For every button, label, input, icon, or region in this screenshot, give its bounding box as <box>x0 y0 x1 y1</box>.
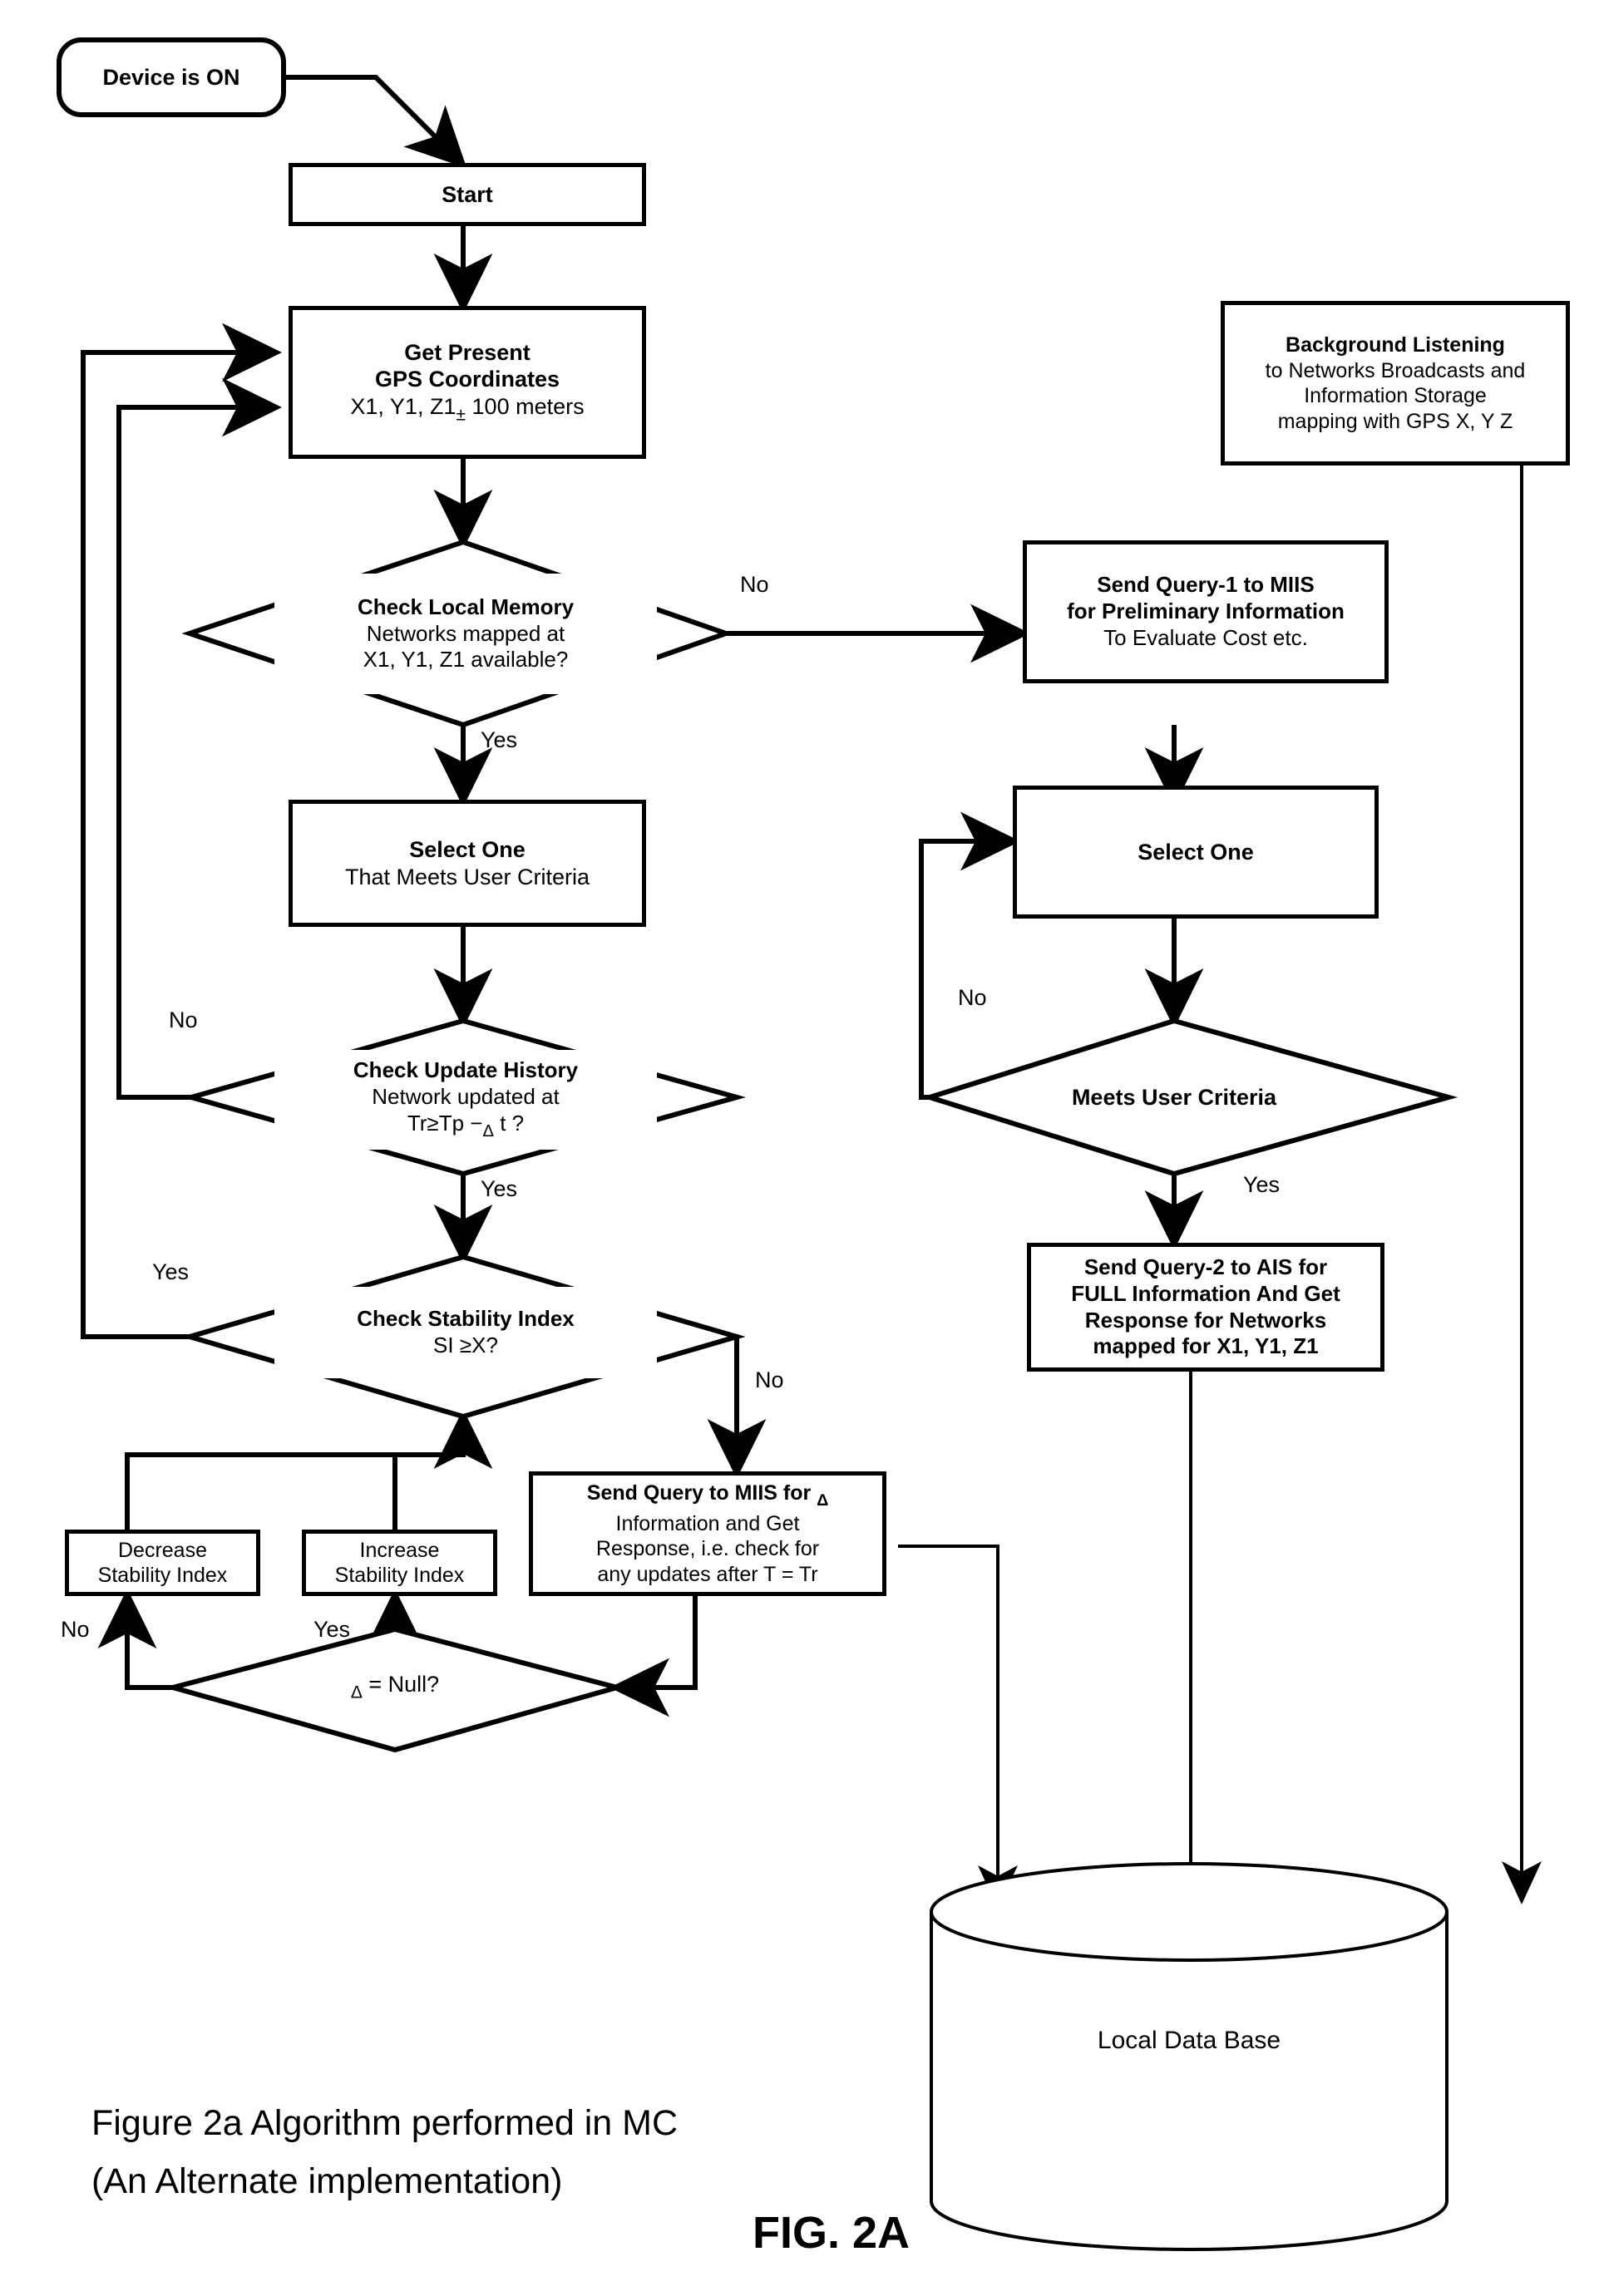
check-update-history-line2: Network updated at <box>372 1084 560 1110</box>
edge-label-delta-null-yes: Yes <box>313 1617 351 1642</box>
bl-line3: Information Storage <box>1304 384 1487 407</box>
sq2-line4: mapped for X1, Y1, Z1 <box>1093 1333 1319 1359</box>
node-select-one-left[interactable]: Select One That Meets User Criteria <box>289 800 646 927</box>
sq2-line2: FULL Information And Get <box>1071 1280 1340 1306</box>
delta-icon-2: Δ <box>350 1683 363 1702</box>
node-increase-stability-index[interactable]: Increase Stability Index <box>302 1530 497 1596</box>
node-get-present-gps-coordinates[interactable]: Get Present GPS Coordinates X1, Y1, Z1± … <box>289 306 646 459</box>
sqmd-line3: Response, i.e. check for <box>595 1537 820 1561</box>
get-gps-coords: X1, Y1, Z1 <box>350 394 457 420</box>
check-update-history-line1: Check Update History <box>353 1057 579 1083</box>
edge-label-cuh-yes: Yes <box>481 1176 518 1201</box>
delta-icon: Δ <box>482 1121 494 1141</box>
delta-null-text: = Null? <box>368 1672 440 1697</box>
sqmd-line2: Information and Get <box>615 1511 800 1535</box>
cylinder-local-database <box>930 1862 1448 2251</box>
node-meets-user-criteria[interactable]: Meets User Criteria <box>1006 1077 1342 1118</box>
get-gps-line1: Get Present <box>404 339 531 365</box>
greater-equal-icon: ≥ <box>427 1110 439 1136</box>
cuh-t: t ? <box>500 1110 525 1136</box>
edge-label-cuh-no: No <box>169 1008 198 1032</box>
node-delta-null[interactable]: Δ = Null? <box>274 1667 516 1708</box>
node-background-listening[interactable]: Background Listening to Networks Broadca… <box>1221 301 1570 466</box>
bl-line2: to Networks Broadcasts and <box>1265 358 1526 382</box>
node-start[interactable]: Start <box>289 163 646 226</box>
check-local-memory-line3: X1, Y1, Z1 available? <box>363 647 569 673</box>
edge-label-clm-yes: Yes <box>481 727 518 752</box>
sqmd-line1: Send Query to MIIS for <box>586 1481 812 1505</box>
figure-caption-line2: (An Alternate implementation) <box>91 2161 563 2201</box>
decrease-si-line2: Stability Index <box>97 1564 228 1587</box>
bl-line1: Background Listening <box>1286 333 1505 357</box>
plus-minus-icon: ± <box>456 405 466 425</box>
check-stability-index-line1: Check Stability Index <box>357 1306 575 1332</box>
check-local-memory-line2: Networks mapped at <box>366 620 565 646</box>
cuh-tp: Tp − <box>438 1110 483 1136</box>
figure-number: FIG. 2A <box>753 2208 911 2258</box>
meets-user-criteria-label: Meets User Criteria <box>1071 1084 1277 1110</box>
bl-line4: mapping with GPS X, Y Z <box>1277 409 1513 433</box>
node-decrease-stability-index[interactable]: Decrease Stability Index <box>65 1530 260 1596</box>
csi-x: X? <box>471 1333 498 1357</box>
get-gps-tolerance: 100 meters <box>471 394 585 420</box>
edge-label-muc-no: No <box>958 985 987 1010</box>
device-is-on-label: Device is ON <box>102 64 240 90</box>
greater-equal-icon-2: ≥ <box>459 1333 472 1357</box>
get-gps-line2: GPS Coordinates <box>374 367 560 392</box>
figure-canvas: Device is ON Start Get Present GPS Coord… <box>0 0 1599 2296</box>
start-label: Start <box>442 181 493 207</box>
node-send-query-1[interactable]: Send Query-1 to MIIS for Preliminary Inf… <box>1023 540 1389 683</box>
node-check-local-memory[interactable]: Check Local Memory Networks mapped at X1… <box>274 574 657 694</box>
edge-label-delta-null-no: No <box>61 1617 90 1642</box>
figure-caption-line1: Figure 2a Algorithm performed in MC <box>91 2103 679 2143</box>
sq2-line3: Response for Networks <box>1084 1307 1327 1333</box>
local-database-label: Local Data Base <box>1097 2027 1281 2054</box>
check-local-memory-line1: Check Local Memory <box>357 594 575 619</box>
node-check-update-history[interactable]: Check Update History Network updated at … <box>274 1050 657 1150</box>
node-check-stability-index[interactable]: Check Stability Index SI ≥X? <box>274 1287 657 1378</box>
cuh-tr: Tr <box>407 1110 427 1136</box>
edge-label-csi-yes: Yes <box>152 1259 190 1284</box>
node-select-one-right[interactable]: Select One <box>1013 786 1379 919</box>
delta-icon-3: Δ <box>817 1490 829 1510</box>
sq1-line3: To Evaluate Cost etc. <box>1103 624 1308 650</box>
sq1-line2: for Preliminary Information <box>1067 599 1345 624</box>
increase-si-line1: Increase <box>359 1538 440 1562</box>
sqmd-line4: any updates after T = Tr <box>597 1562 818 1586</box>
select-one-left-line2: That Meets User Criteria <box>344 864 590 889</box>
node-send-query-2[interactable]: Send Query-2 to AIS for FULL Information… <box>1027 1243 1384 1372</box>
sq2-line1: Send Query-2 to AIS for <box>1083 1254 1328 1280</box>
node-device-is-on[interactable]: Device is ON <box>57 37 286 117</box>
increase-si-line2: Stability Index <box>334 1564 465 1587</box>
edge-label-clm-no: No <box>740 572 769 597</box>
node-send-query-miis-delta[interactable]: Send Query to MIIS for Δ Information and… <box>529 1471 886 1596</box>
csi-si: SI <box>433 1333 454 1357</box>
select-one-right-label: Select One <box>1138 839 1254 865</box>
sq1-line1: Send Query-1 to MIIS <box>1097 572 1315 598</box>
decrease-si-line1: Decrease <box>117 1538 207 1562</box>
edge-label-muc-yes: Yes <box>1243 1172 1281 1197</box>
select-one-left-line1: Select One <box>409 836 526 862</box>
edge-label-csi-no: No <box>755 1367 784 1392</box>
